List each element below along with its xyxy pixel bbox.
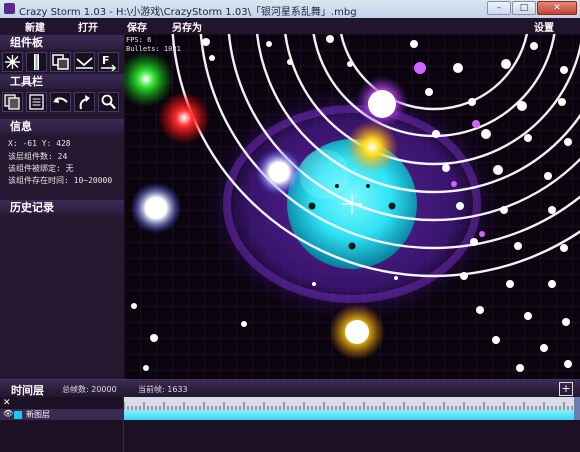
emitter-tool[interactable] [2, 52, 23, 72]
zoom-tool[interactable] [98, 92, 119, 112]
menu-bar: 新建 打开 保存 另存为 设置 [0, 18, 580, 35]
app-icon [4, 3, 15, 14]
menu-open[interactable]: 打开 [78, 19, 98, 34]
undo-tool[interactable] [50, 92, 71, 112]
scene-canvas[interactable]: FPS: 6 Bullets: 1031 [124, 34, 580, 379]
tools-panel-title: 工具栏 [0, 74, 124, 89]
layer-name[interactable]: 新图层 [26, 409, 50, 420]
window-title: Crazy Storm 1.03 - H:\小游戏\CrazyStorm 1.0… [19, 7, 357, 18]
rebound-tool[interactable] [74, 52, 95, 72]
timeline-title: 时间层 [11, 384, 44, 397]
timeline-ruler[interactable] [123, 397, 574, 412]
info-layer-count: 该层组件数: 24 [8, 152, 68, 161]
copy-icon [4, 94, 20, 110]
rebound-icon [76, 57, 93, 69]
eye-icon[interactable]: 👁 [3, 409, 13, 418]
layer-row[interactable]: 👁 新图层 [0, 409, 123, 420]
add-layer-button[interactable]: + [559, 382, 573, 396]
menu-new[interactable]: 新建 [25, 19, 45, 34]
laser-tool[interactable] [26, 52, 47, 72]
close-button[interactable]: ✕ [537, 1, 577, 15]
layer-frames-bar[interactable] [124, 410, 574, 420]
scene-graphics [124, 34, 580, 379]
components-panel-title: 组件板 [0, 35, 124, 50]
current-frame: 当前帧: 1633 [138, 385, 188, 394]
paste-tool[interactable] [26, 92, 47, 112]
magnifier-icon [101, 94, 116, 110]
fps-readout: FPS: 6 [126, 36, 152, 44]
title-bar: Crazy Storm 1.03 - H:\小游戏\CrazyStorm 1.0… [0, 0, 580, 19]
menu-settings[interactable]: 设置 [534, 19, 554, 34]
mask-tool[interactable] [50, 52, 71, 72]
minimize-button[interactable]: – [487, 1, 511, 15]
redo-icon [79, 95, 90, 110]
redo-tool[interactable] [74, 92, 95, 112]
undo-icon [53, 97, 68, 103]
menu-save[interactable]: 保存 [127, 19, 147, 34]
layer-list: ✕ 👁 新图层 [0, 397, 124, 452]
maximize-button[interactable]: □ [512, 1, 536, 15]
close-layer-icon[interactable]: ✕ [3, 398, 11, 408]
info-lifetime: 该组件存在时间: 10~20000 [8, 176, 113, 185]
timeline-panel: ✕ 👁 新图层 [0, 397, 580, 452]
svg-text:F: F [102, 54, 110, 67]
laser-icon [34, 54, 39, 70]
force-icon: F [101, 54, 117, 71]
timeline-scrollbar[interactable] [574, 397, 580, 420]
info-coords: X: -61 Y: 428 [8, 139, 71, 148]
menu-save-as[interactable]: 另存为 [172, 19, 202, 34]
force-tool[interactable]: F [98, 52, 119, 72]
info-bound: 该组件被绑定: 无 [8, 164, 74, 173]
sidebar: 组件板 F 工具栏 信息 X: -61 Y: 428 该层组件数: 24 该组件… [0, 34, 124, 410]
sparkle-icon [5, 55, 20, 69]
paste-icon [29, 94, 44, 110]
bullets-readout: Bullets: 1031 [126, 45, 181, 53]
total-frames: 总帧数: 20000 [62, 385, 117, 394]
layers-icon [52, 54, 69, 70]
info-panel-title: 信息 [0, 119, 124, 134]
layer-color-swatch [14, 411, 22, 419]
history-panel-title: 历史记录 [0, 200, 124, 215]
copy-tool[interactable] [2, 92, 23, 112]
timeline-header: 时间层 总帧数: 20000 当前帧: 1633 + [0, 379, 580, 397]
